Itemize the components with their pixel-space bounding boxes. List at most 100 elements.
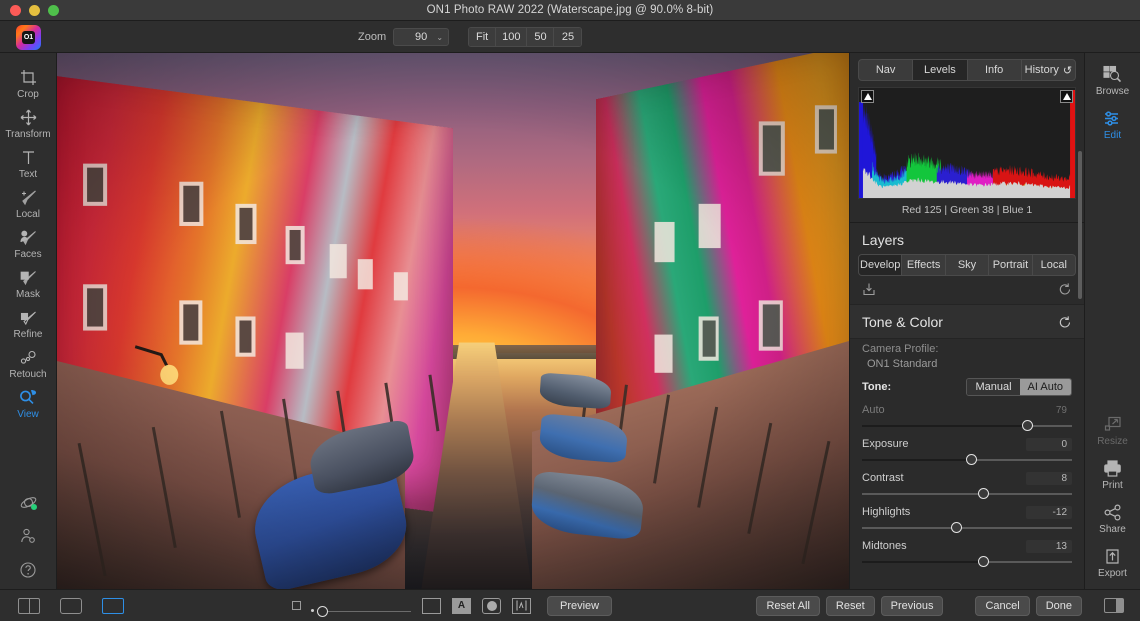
zoom-select[interactable]: 90 ⌄ (393, 28, 449, 46)
filled-circle-icon[interactable] (482, 598, 501, 614)
zoom-preset-100[interactable]: 100 (496, 28, 527, 46)
module-label-browse: Browse (1096, 86, 1129, 97)
zoom-preset-fit[interactable]: Fit (469, 28, 496, 46)
slider-value-auto[interactable]: 79 (1026, 404, 1072, 417)
sidebar-item-refine[interactable]: Refine (0, 307, 57, 340)
slider-track-highlights[interactable] (862, 522, 1072, 534)
slider-value-highlights[interactable]: -12 (1026, 506, 1072, 519)
slider-knob-midtones[interactable] (978, 556, 989, 567)
slider-knob-auto[interactable] (1022, 420, 1033, 431)
reset-all-button[interactable]: Reset All (756, 596, 819, 616)
sidebar-item-text[interactable]: Text (0, 147, 57, 180)
dialog-group: Cancel Done (975, 596, 1082, 616)
reset-develop-icon[interactable] (1058, 282, 1072, 296)
tone-mode-ai-auto[interactable]: AI Auto (1020, 379, 1071, 395)
slider-label-highlights: Highlights (862, 506, 910, 518)
preview-button[interactable]: Preview (547, 596, 612, 616)
slider-track-midtones[interactable] (862, 556, 1072, 568)
opacity-slider-knob[interactable] (317, 606, 328, 617)
retouch-icon (20, 347, 37, 368)
sidebar-item-local[interactable]: Local (0, 187, 57, 220)
module-browse[interactable]: Browse (1085, 63, 1140, 97)
tab-develop[interactable]: Develop (859, 255, 902, 275)
zoom-label: Zoom (358, 31, 386, 43)
slider-value-midtones[interactable]: 13 (1026, 540, 1072, 553)
mask-icon (20, 267, 37, 288)
histogram-plot (859, 88, 1075, 198)
cancel-button[interactable]: Cancel (975, 596, 1029, 616)
single-view-icon[interactable] (60, 598, 82, 614)
previous-button[interactable]: Previous (881, 596, 944, 616)
local-adjust-icon (20, 187, 37, 208)
building-window-details (57, 53, 849, 589)
help-icon[interactable] (16, 559, 40, 581)
text-icon (21, 147, 36, 168)
module-resize[interactable]: Resize (1085, 413, 1140, 447)
view-mode-group (0, 598, 124, 614)
sidebar-label-text: Text (19, 169, 37, 180)
checker-icon[interactable] (512, 598, 531, 614)
layers-title: Layers (850, 223, 1084, 254)
slider-track-contrast[interactable] (862, 488, 1072, 500)
tab-effects[interactable]: Effects (902, 255, 945, 275)
person-settings-icon[interactable] (16, 525, 40, 547)
sidebar-label-crop: Crop (17, 89, 39, 100)
image-canvas[interactable] (57, 53, 849, 589)
atom-sync-icon[interactable] (16, 491, 40, 513)
tone-label: Tone: (862, 381, 891, 393)
reset-group: Reset All Reset Previous (756, 596, 943, 616)
sidebar-item-retouch[interactable]: Retouch (0, 347, 57, 380)
window-title: ON1 Photo RAW 2022 (Waterscape.jpg @ 90.… (0, 4, 1140, 16)
module-export[interactable]: Export (1085, 545, 1140, 579)
slider-track-auto[interactable] (862, 420, 1072, 432)
slider-knob-exposure[interactable] (966, 454, 977, 465)
tab-info[interactable]: Info (968, 60, 1022, 80)
letter-a-icon[interactable]: A (452, 598, 471, 614)
histogram-rgb-readout: Red 125 | Green 38 | Blue 1 (850, 199, 1084, 222)
reset-tone-color-icon[interactable] (1058, 315, 1072, 329)
slider-knob-contrast[interactable] (978, 488, 989, 499)
compare-view-icon[interactable] (18, 598, 40, 614)
panel-toggle-icon[interactable] (1104, 598, 1124, 613)
print-icon (1103, 457, 1122, 479)
zoom-value: 90 (415, 31, 427, 43)
reset-button[interactable]: Reset (826, 596, 875, 616)
square-outline-icon[interactable] (292, 601, 301, 610)
zoom-preset-50[interactable]: 50 (527, 28, 554, 46)
highlight-clip-toggle[interactable] (1060, 90, 1073, 103)
tone-mode-group: Manual AI Auto (966, 378, 1072, 396)
tab-history[interactable]: History ↺ (1022, 60, 1075, 80)
sidebar-item-mask[interactable]: Mask (0, 267, 57, 300)
square-outline-icon-2[interactable] (422, 598, 441, 614)
slider-value-exposure[interactable]: 0 (1026, 438, 1072, 451)
done-button[interactable]: Done (1036, 596, 1082, 616)
bottom-actions: Reset All Reset Previous Cancel Done (756, 596, 1124, 616)
tab-nav[interactable]: Nav (859, 60, 913, 80)
tone-mode-manual[interactable]: Manual (967, 379, 1019, 395)
zoom-preset-25[interactable]: 25 (554, 28, 581, 46)
slider-knob-highlights[interactable] (951, 522, 962, 533)
sidebar-item-crop[interactable]: Crop (0, 67, 57, 100)
sidebar-item-transform[interactable]: Transform (0, 107, 57, 140)
module-print[interactable]: Print (1085, 457, 1140, 491)
tab-local[interactable]: Local (1033, 255, 1075, 275)
camera-profile-value[interactable]: ON1 Standard (862, 358, 1072, 370)
panel-scrollbar[interactable] (1078, 151, 1082, 299)
slider-value-contrast[interactable]: 8 (1026, 472, 1072, 485)
module-edit[interactable]: Edit (1085, 107, 1140, 141)
tab-levels[interactable]: Levels (913, 60, 967, 80)
fit-view-icon[interactable] (102, 598, 124, 614)
save-preset-icon[interactable] (862, 282, 876, 296)
tab-portrait[interactable]: Portrait (989, 255, 1032, 275)
slider-track-exposure[interactable] (862, 454, 1072, 466)
photo-waterscape (57, 53, 849, 589)
share-icon (1104, 501, 1122, 523)
module-tabs: Develop Effects Sky Portrait Local (858, 254, 1076, 276)
sidebar-item-view[interactable]: View (0, 387, 57, 420)
shadow-clip-toggle[interactable] (861, 90, 874, 103)
sidebar-item-faces[interactable]: Faces (0, 227, 57, 260)
module-share[interactable]: Share (1085, 501, 1140, 535)
tab-sky[interactable]: Sky (946, 255, 989, 275)
slider-exposure: Exposure 0 (850, 432, 1084, 466)
tone-color-header[interactable]: Tone & Color (850, 304, 1084, 339)
